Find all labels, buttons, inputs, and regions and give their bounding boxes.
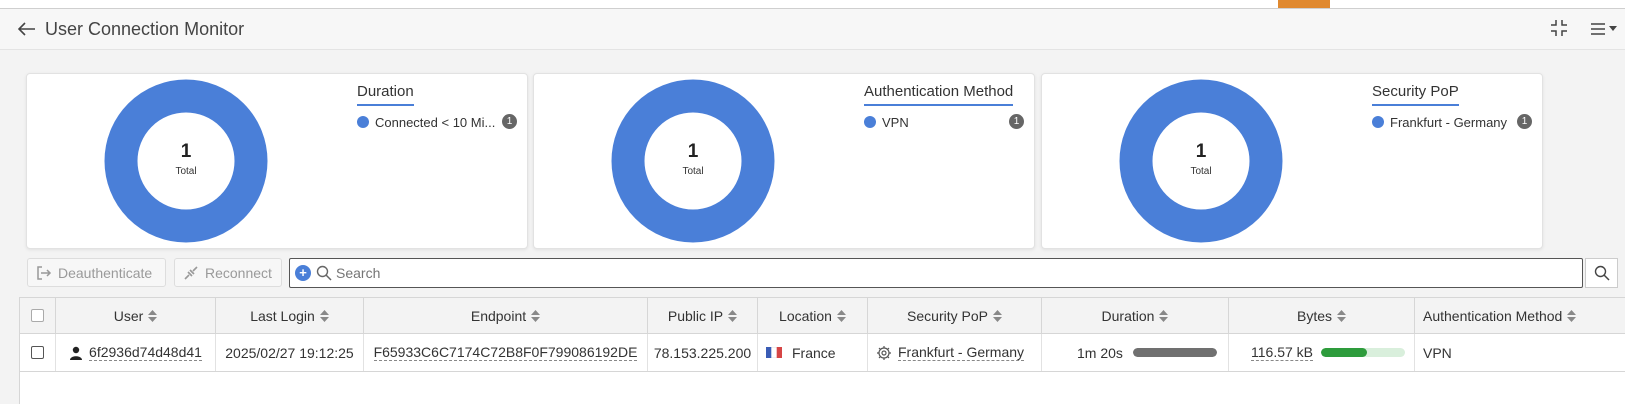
table-header: User Last Login Endpoint Public IP Locat… [20,298,1625,334]
donut-total-label: Total [1190,166,1212,177]
sort-icon [992,309,1002,322]
sort-icon [148,309,158,322]
legend-title: Duration [357,83,414,106]
duration-chart-card: 1 Total Duration Connected < 10 Mi... 1 [26,73,528,249]
search-bar: + [289,258,1583,288]
search-icon [316,265,332,281]
sort-icon [319,309,329,322]
legend-dot-icon [1372,116,1384,128]
top-accent-tab[interactable] [1278,0,1330,8]
search-icon [1594,265,1610,281]
sort-icon [1337,309,1346,322]
sort-icon [728,309,738,322]
duration-progress-fill [1132,348,1217,357]
bytes-value[interactable]: 116.57 kB [1251,344,1314,361]
legend-title: Security PoP [1372,83,1459,106]
row-select-cell [20,334,56,371]
column-label: Public IP [667,307,724,324]
column-header-duration[interactable]: Duration [1042,298,1229,333]
sort-icon [1159,309,1169,322]
location-cell: France [758,334,868,371]
sort-icon [1567,309,1577,322]
collapse-icon[interactable] [1550,19,1570,39]
column-header-bytes[interactable]: Bytes [1229,298,1415,333]
column-label: Location [779,307,832,324]
user-icon [70,346,83,360]
bytes-cell: 116.57 kB [1229,334,1415,371]
sort-icon [531,309,541,322]
back-arrow-icon[interactable] [16,18,38,40]
column-header-location[interactable]: Location [758,298,868,333]
reconnect-label: Reconnect [205,264,272,281]
column-label: Security PoP [907,307,988,324]
legend-count-badge: 1 [1009,114,1024,129]
search-input[interactable] [334,260,1538,286]
bytes-progress-bar [1321,348,1406,357]
column-label: Duration [1101,307,1155,324]
security-pop-chart-card: 1 Total Security PoP Frankfurt - Germany… [1041,73,1543,249]
donut-total-label: Total [682,166,704,177]
donut-total-value: 1 [1195,141,1207,162]
reconnect-button[interactable]: Reconnect [174,258,282,287]
legend-dot-icon [357,116,369,128]
sign-out-icon [37,265,52,280]
select-all-checkbox[interactable] [31,309,44,322]
column-label: Authentication Method [1423,307,1563,324]
legend-dot-icon [864,116,876,128]
table-row[interactable]: 6f2936d74d48d41 2025/02/27 19:12:25 F659… [20,334,1625,372]
duration-value: 1m 20s [1077,344,1123,361]
user-link[interactable]: 6f2936d74d48d41 [89,344,202,361]
hamburger-menu-icon[interactable] [1590,19,1622,39]
sort-icon [836,309,846,322]
column-header-security-pop[interactable]: Security PoP [868,298,1042,333]
legend-title: Authentication Method [864,83,1014,106]
column-header-auth-method[interactable]: Authentication Method [1415,298,1625,333]
deauthenticate-button[interactable]: Deauthenticate [27,258,166,287]
column-header-last-login[interactable]: Last Login [216,298,364,333]
column-label: Bytes [1296,307,1332,324]
endpoint-cell: F65933C6C7174C72B8F0F799086192DE [364,334,648,371]
row-checkbox[interactable] [31,346,44,359]
public-ip-cell: 78.153.225.200 [648,334,758,371]
page-header: User Connection Monitor [0,9,1625,50]
auth-method-cell: VPN [1423,344,1452,361]
legend-item[interactable]: VPN 1 [864,113,1024,131]
donut-total-value: 1 [687,141,699,162]
legend-item[interactable]: Connected < 10 Mi... 1 [357,113,517,131]
bytes-progress-fill [1321,348,1368,357]
column-header-user[interactable]: User [56,298,216,333]
legend-item-label: Connected < 10 Mi... [375,114,496,130]
legend-count-badge: 1 [1517,114,1532,129]
security-pop-gear-icon [877,345,891,360]
donut-total-value: 1 [180,141,192,162]
duration-cell: 1m 20s [1042,334,1229,371]
column-label: Endpoint [470,307,527,324]
column-label: User [113,307,144,324]
select-all-cell [20,298,56,333]
add-filter-icon[interactable]: + [295,265,311,281]
user-connections-table: User Last Login Endpoint Public IP Locat… [19,297,1625,404]
security-pop-cell: Frankfurt - Germany [868,334,1042,371]
legend-count-badge: 1 [502,114,517,129]
auth-method-chart-card: 1 Total Authentication Method VPN 1 [533,73,1035,249]
top-frame-line [0,0,1625,9]
page-title: User Connection Monitor [45,19,245,39]
location-label: France [792,344,836,361]
legend-item-label: Frankfurt - Germany [1390,114,1508,130]
duration-progress-bar [1132,348,1217,357]
last-login-cell: 2025/02/27 19:12:25 [216,334,364,371]
reconnect-plug-icon [184,265,198,280]
user-cell: 6f2936d74d48d41 [56,334,216,371]
france-flag-icon [766,347,782,358]
legend-item[interactable]: Frankfurt - Germany 1 [1372,113,1532,131]
column-header-public-ip[interactable]: Public IP [648,298,758,333]
column-header-endpoint[interactable]: Endpoint [364,298,648,333]
endpoint-link[interactable]: F65933C6C7174C72B8F0F799086192DE [373,344,638,361]
search-button[interactable] [1585,258,1618,288]
donut-total-label: Total [175,166,197,177]
column-label: Last Login [250,307,315,324]
security-pop-link[interactable]: Frankfurt - Germany [898,344,1025,361]
deauthenticate-label: Deauthenticate [58,264,153,281]
legend-item-label: VPN [882,114,909,130]
